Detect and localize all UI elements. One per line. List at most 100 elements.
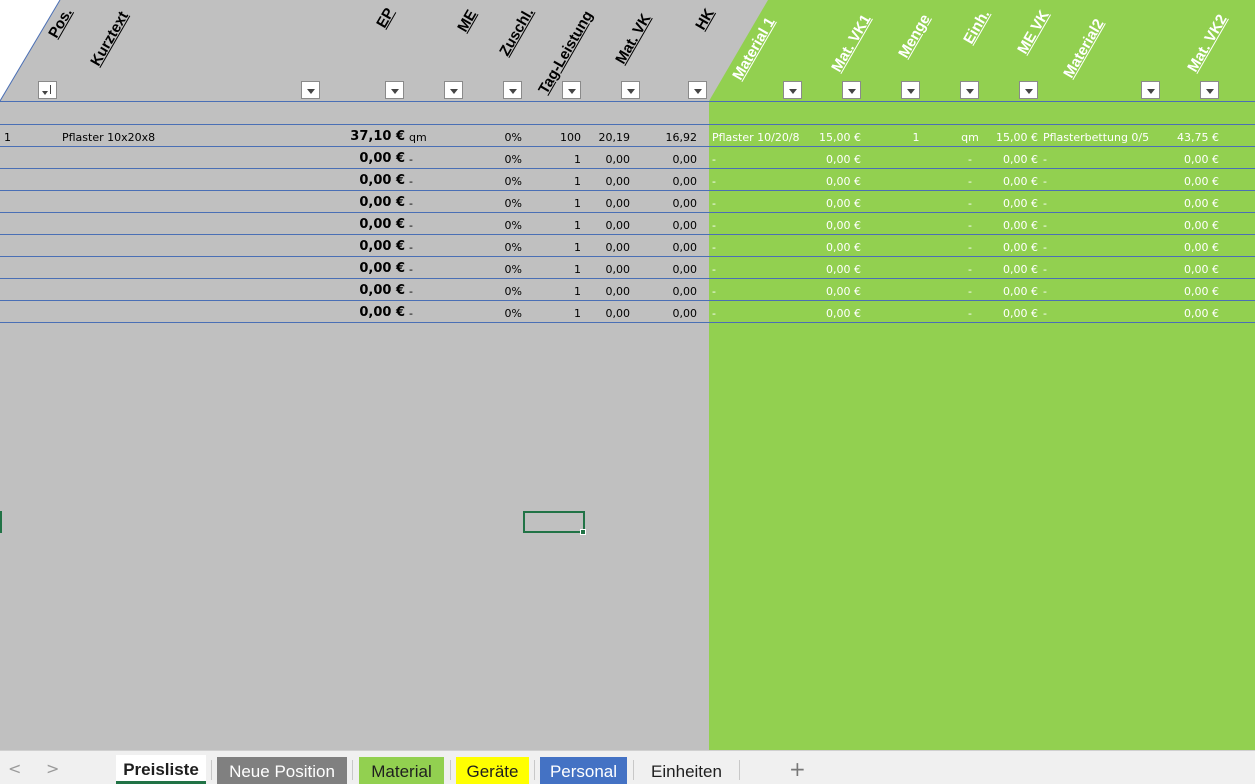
cell-zuschl[interactable]: 0% <box>480 263 522 277</box>
cell-hk[interactable]: 0,00 <box>650 153 698 167</box>
cell-tag-leistung[interactable]: 1 <box>540 197 581 211</box>
cell-zuschl[interactable]: 0% <box>480 153 522 167</box>
cell-mat-vk[interactable]: 0,00 <box>590 197 631 211</box>
cell-me-vk[interactable]: 0,00 € <box>980 285 1038 299</box>
cell-mat-vk1[interactable]: 0,00 € <box>800 197 861 211</box>
cell-ep[interactable]: 0,00 € <box>330 262 405 276</box>
add-sheet-icon[interactable]: + <box>789 757 806 781</box>
filter-dropdown-material1[interactable] <box>783 81 802 99</box>
filter-dropdown-mat-vk[interactable] <box>621 81 640 99</box>
cell-material2[interactable]: - <box>1043 197 1047 211</box>
cell-ep[interactable]: 0,00 € <box>330 218 405 232</box>
cell-mat-vk1[interactable]: 0,00 € <box>800 241 861 255</box>
cell-tag-leistung[interactable]: 100 <box>540 131 581 145</box>
filter-dropdown-tag-leistung[interactable] <box>562 81 581 99</box>
cell-material2[interactable]: - <box>1043 307 1047 321</box>
tab-neue-position[interactable]: Neue Position <box>217 757 347 784</box>
cell-material2[interactable]: - <box>1043 263 1047 277</box>
cell-ep[interactable]: 37,10 € <box>330 130 405 144</box>
cell-material1[interactable]: - <box>712 197 716 211</box>
cell-mat-vk2[interactable]: 0,00 € <box>1160 197 1219 211</box>
cell-tag-leistung[interactable]: 1 <box>540 285 581 299</box>
tab-einheiten[interactable]: Einheiten <box>639 757 734 784</box>
cell-me-vk[interactable]: 0,00 € <box>980 307 1038 321</box>
scroll-tabs-left-icon[interactable]: < <box>8 759 21 778</box>
cell-mat-vk2[interactable]: 0,00 € <box>1160 175 1219 189</box>
cell-mat-vk1[interactable]: 0,00 € <box>800 285 861 299</box>
cell-hk[interactable]: 0,00 <box>650 285 698 299</box>
cell-material1[interactable]: - <box>712 307 716 321</box>
cell-zuschl[interactable]: 0% <box>480 219 522 233</box>
filter-dropdown-ep[interactable] <box>385 81 404 99</box>
cell-material1[interactable]: - <box>712 219 716 233</box>
cell-ep[interactable]: 0,00 € <box>330 152 405 166</box>
cell-mat-vk1[interactable]: 0,00 € <box>800 219 861 233</box>
cell-material2[interactable]: - <box>1043 285 1047 299</box>
cell-menge[interactable]: 1 <box>896 131 936 145</box>
cell-mat-vk[interactable]: 0,00 <box>590 153 631 167</box>
cell-ep[interactable]: 0,00 € <box>330 306 405 320</box>
cell-me-vk[interactable]: 0,00 € <box>980 241 1038 255</box>
tab-material[interactable]: Material <box>359 757 444 784</box>
cell-zuschl[interactable]: 0% <box>480 131 522 145</box>
tab-geraete[interactable]: Geräte <box>456 757 529 784</box>
cell-hk[interactable]: 0,00 <box>650 241 698 255</box>
cell-hk[interactable]: 0,00 <box>650 307 698 321</box>
cell-me-vk[interactable]: 0,00 € <box>980 263 1038 277</box>
cell-material2[interactable]: - <box>1043 241 1047 255</box>
filter-dropdown-kurztext[interactable] <box>301 81 320 99</box>
cell-mat-vk1[interactable]: 0,00 € <box>800 263 861 277</box>
cell-me[interactable]: - <box>409 197 413 211</box>
cell-mat-vk2[interactable]: 0,00 € <box>1160 263 1219 277</box>
cell-me-vk[interactable]: 0,00 € <box>980 153 1038 167</box>
filter-dropdown-me-vk[interactable] <box>1019 81 1038 99</box>
cell-mat-vk1[interactable]: 0,00 € <box>800 307 861 321</box>
cell-mat-vk2[interactable]: 43,75 € <box>1160 131 1219 145</box>
cell-material1[interactable]: Pflaster 10/20/8 <box>712 131 800 145</box>
cell-mat-vk1[interactable]: 0,00 € <box>800 153 861 167</box>
filter-dropdown-me[interactable] <box>444 81 463 99</box>
cell-material1[interactable]: - <box>712 241 716 255</box>
cell-tag-leistung[interactable]: 1 <box>540 263 581 277</box>
cell-hk[interactable]: 0,00 <box>650 219 698 233</box>
cell-material1[interactable]: - <box>712 285 716 299</box>
filter-dropdown-hk[interactable] <box>688 81 707 99</box>
tab-personal[interactable]: Personal <box>540 757 627 784</box>
cell-mat-vk[interactable]: 0,00 <box>590 263 631 277</box>
cell-me-vk[interactable]: 0,00 € <box>980 175 1038 189</box>
cell-ep[interactable]: 0,00 € <box>330 174 405 188</box>
cell-zuschl[interactable]: 0% <box>480 307 522 321</box>
cell-me[interactable]: - <box>409 307 413 321</box>
cell-me[interactable]: qm <box>409 131 427 145</box>
cell-me[interactable]: - <box>409 153 413 167</box>
cell-material2[interactable]: - <box>1043 153 1047 167</box>
cell-hk[interactable]: 0,00 <box>650 175 698 189</box>
filter-dropdown-mat-vk2[interactable] <box>1200 81 1219 99</box>
cell-mat-vk[interactable]: 0,00 <box>590 175 631 189</box>
cell-hk[interactable]: 16,92 <box>650 131 698 145</box>
cell-mat-vk1[interactable]: 15,00 € <box>800 131 861 145</box>
cell-zuschl[interactable]: 0% <box>480 285 522 299</box>
cell-mat-vk2[interactable]: 0,00 € <box>1160 241 1219 255</box>
filter-dropdown-einh[interactable] <box>960 81 979 99</box>
filter-dropdown-mat-vk1[interactable] <box>842 81 861 99</box>
cell-material2[interactable]: Pflasterbettung 0/5 <box>1043 131 1149 145</box>
cell-zuschl[interactable]: 0% <box>480 197 522 211</box>
cell-tag-leistung[interactable]: 1 <box>540 153 581 167</box>
cell-material2[interactable]: - <box>1043 175 1047 189</box>
cell-material1[interactable]: - <box>712 263 716 277</box>
cell-ep[interactable]: 0,00 € <box>330 196 405 210</box>
cell-material2[interactable]: - <box>1043 219 1047 233</box>
sort-filter-icon[interactable] <box>38 81 57 99</box>
cell-kurztext[interactable]: Pflaster 10x20x8 <box>62 131 155 145</box>
cell-hk[interactable]: 0,00 <box>650 197 698 211</box>
cell-mat-vk2[interactable]: 0,00 € <box>1160 285 1219 299</box>
cell-me[interactable]: - <box>409 285 413 299</box>
cell-mat-vk2[interactable]: 0,00 € <box>1160 307 1219 321</box>
cell-material1[interactable]: - <box>712 153 716 167</box>
cell-mat-vk[interactable]: 0,00 <box>590 307 631 321</box>
cell-mat-vk[interactable]: 0,00 <box>590 219 631 233</box>
cell-mat-vk2[interactable]: 0,00 € <box>1160 153 1219 167</box>
cell-mat-vk2[interactable]: 0,00 € <box>1160 219 1219 233</box>
scroll-tabs-right-icon[interactable]: > <box>46 759 59 778</box>
